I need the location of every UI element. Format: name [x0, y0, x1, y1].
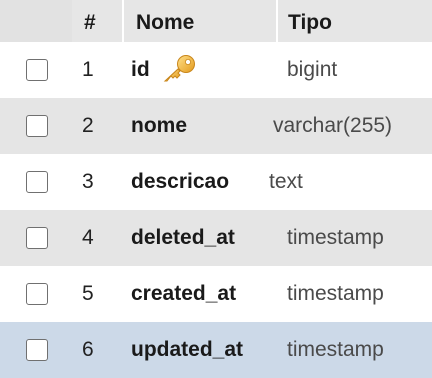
row-number: 4	[82, 226, 94, 249]
structure-table: # Nome Tipo 1 id bigint 2 nome varchar(2…	[0, 0, 432, 378]
column-type: bigint	[287, 58, 338, 81]
column-name: id	[131, 58, 150, 81]
row-checkbox[interactable]	[26, 59, 48, 81]
row-checkbox[interactable]	[26, 283, 48, 305]
key-icon	[163, 55, 195, 82]
table-row[interactable]: 3 descricao text	[0, 154, 432, 210]
table-row[interactable]: 6 updated_at timestamp	[0, 322, 432, 378]
header-type[interactable]: Tipo	[278, 0, 432, 42]
column-type: timestamp	[287, 282, 384, 305]
column-type: timestamp	[287, 338, 384, 361]
header-name[interactable]: Nome	[124, 0, 276, 42]
column-name: nome	[131, 114, 188, 137]
row-checkbox[interactable]	[26, 171, 48, 193]
row-number: 1	[82, 58, 94, 81]
header-number[interactable]: #	[72, 0, 122, 42]
row-number: 6	[82, 338, 94, 361]
table-row[interactable]: 1 id bigint	[0, 42, 432, 98]
row-checkbox[interactable]	[26, 115, 48, 137]
row-checkbox[interactable]	[26, 227, 48, 249]
column-name: deleted_at	[131, 226, 235, 249]
table-row[interactable]: 4 deleted_at timestamp	[0, 210, 432, 266]
column-type: timestamp	[287, 226, 384, 249]
column-name: created_at	[131, 282, 237, 305]
row-checkbox[interactable]	[26, 339, 48, 361]
table-row[interactable]: 2 nome varchar(255)	[0, 98, 432, 154]
table-header: # Nome Tipo	[0, 0, 432, 42]
header-checkbox-column	[0, 0, 72, 42]
row-number: 3	[82, 170, 94, 193]
column-type: varchar(255)	[273, 114, 393, 137]
column-type: text	[269, 170, 303, 193]
row-number: 2	[82, 114, 94, 137]
row-number: 5	[82, 282, 94, 305]
column-name: updated_at	[131, 338, 244, 361]
column-name: descricao	[131, 170, 230, 193]
table-row[interactable]: 5 created_at timestamp	[0, 266, 432, 322]
